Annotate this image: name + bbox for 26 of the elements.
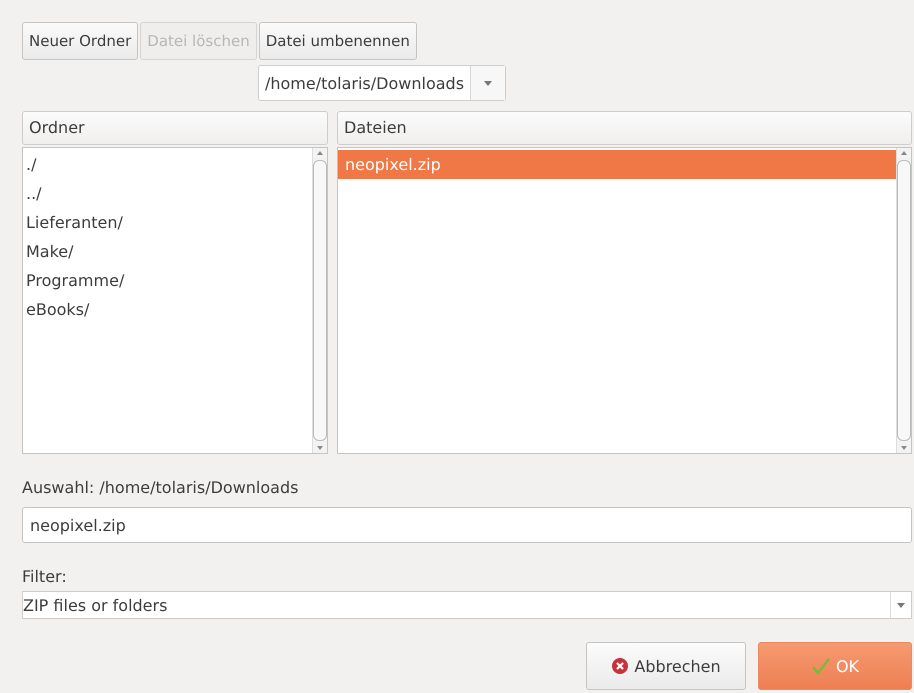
- folder-item[interactable]: ../: [23, 179, 312, 208]
- filename-field[interactable]: neopixel.zip: [22, 507, 912, 543]
- checkmark-icon: [810, 657, 831, 675]
- scrollbar[interactable]: [896, 148, 911, 453]
- toolbar-button[interactable]: Datei umbenennen: [258, 22, 417, 60]
- folder-item[interactable]: Make/: [23, 237, 312, 266]
- column-header[interactable]: Ordner: [22, 111, 328, 145]
- scroll-down-icon[interactable]: [317, 446, 323, 450]
- scroll-down-icon[interactable]: [901, 446, 907, 450]
- dropdown-arrow-icon: [484, 80, 492, 86]
- scroll-up-icon[interactable]: [901, 151, 907, 155]
- scrollbar[interactable]: [312, 148, 327, 453]
- folder-item[interactable]: ./: [23, 150, 312, 179]
- folder-item[interactable]: eBooks/: [23, 295, 312, 324]
- folder-item[interactable]: Lieferanten/: [23, 208, 312, 237]
- column-header[interactable]: Dateien: [337, 111, 912, 145]
- toolbar-button[interactable]: Neuer Ordner: [22, 22, 138, 60]
- filter-dropdown[interactable]: ZIP files or folders: [22, 591, 912, 619]
- folder-item[interactable]: Programme/: [23, 266, 312, 295]
- selection-label: Auswahl: /home/tolaris/Downloads: [22, 478, 300, 497]
- cancel-icon: [611, 657, 630, 675]
- dropdown-arrow-icon: [897, 602, 905, 608]
- path-dropdown[interactable]: /home/tolaris/Downloads: [258, 65, 506, 101]
- cancel-button[interactable]: Abbrechen: [586, 642, 746, 690]
- filter-label: Filter:: [22, 567, 68, 586]
- scroll-up-icon[interactable]: [317, 151, 323, 155]
